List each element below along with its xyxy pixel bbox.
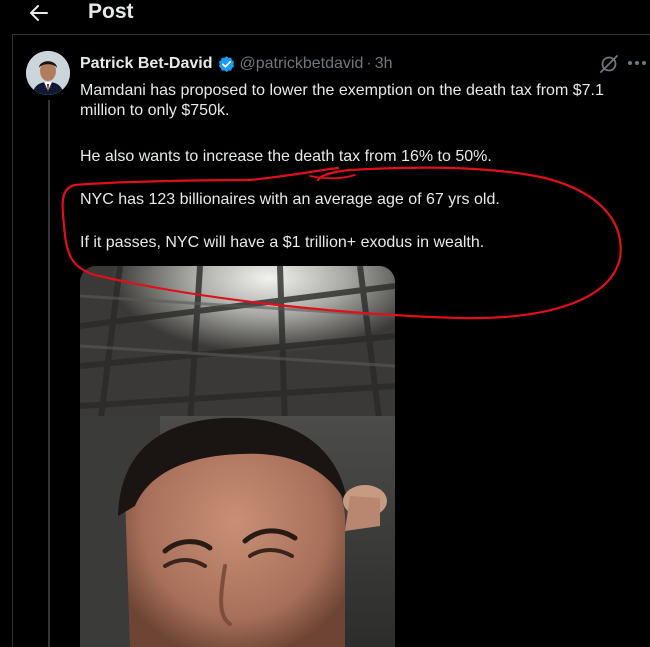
avatar[interactable]: [26, 51, 70, 95]
back-button[interactable]: [22, 0, 56, 26]
panel-border: [12, 34, 13, 647]
post-time[interactable]: 3h: [375, 55, 393, 73]
post-view: Post Patrick Bet-David @patrickbetdavid …: [0, 0, 650, 647]
more-dots-icon[interactable]: [626, 56, 648, 70]
video-player[interactable]: [80, 266, 395, 647]
author-row: Patrick Bet-David @patrickbetdavid · 3h: [80, 52, 392, 76]
grok-icon[interactable]: [598, 53, 620, 75]
tweet-paragraph: If it passes, NYC will have a $1 trillio…: [80, 234, 485, 251]
meta-separator: ·: [366, 55, 372, 72]
arrow-left-icon: [30, 5, 48, 21]
tweet-paragraph: Mamdani has proposed to lower the exempt…: [80, 82, 604, 119]
author-name[interactable]: Patrick Bet-David: [80, 55, 213, 73]
avatar-image: [26, 51, 70, 95]
top-bar: Post: [0, 0, 650, 34]
video-frame: [80, 266, 395, 647]
tweet-paragraph: He also wants to increase the death tax …: [80, 148, 492, 165]
author-handle[interactable]: @patrickbetdavid: [240, 55, 364, 73]
tweet-paragraph: NYC has 123 billionaires with an average…: [80, 191, 500, 208]
verified-badge-icon: [218, 55, 234, 72]
thread-line: [48, 100, 50, 647]
panel-divider: [12, 34, 650, 35]
page-title: Post: [88, 0, 134, 23]
